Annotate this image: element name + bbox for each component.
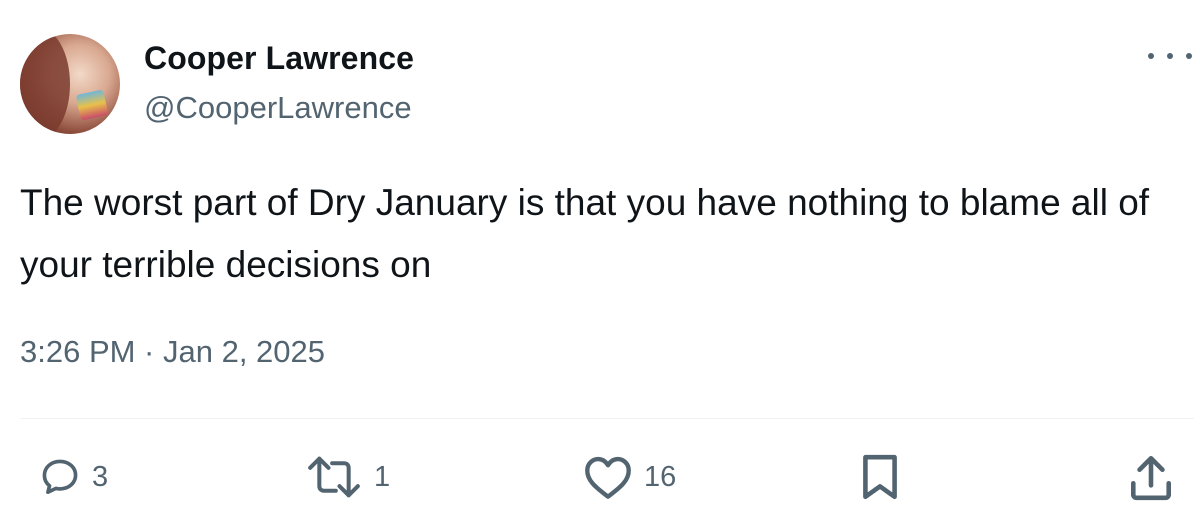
more-options-button[interactable]: [1148, 44, 1192, 68]
reply-icon: [42, 459, 78, 495]
bookmark-icon: [863, 454, 897, 500]
display-name[interactable]: Cooper Lawrence: [144, 40, 414, 77]
more-dot: [1167, 53, 1173, 59]
more-dot: [1148, 53, 1154, 59]
more-dot: [1186, 53, 1192, 59]
like-button[interactable]: 16: [580, 452, 676, 502]
like-count: 16: [644, 460, 677, 493]
divider: [20, 418, 1194, 419]
repost-button[interactable]: 1: [302, 452, 390, 502]
repost-count: 1: [374, 460, 391, 493]
user-handle[interactable]: @CooperLawrence: [144, 90, 412, 126]
heart-icon: [585, 456, 631, 499]
share-button[interactable]: [1128, 452, 1174, 502]
reply-count: 3: [92, 460, 109, 493]
tweet-timestamp[interactable]: 3:26 PM · Jan 2, 2025: [20, 334, 325, 370]
repost-icon: [308, 456, 360, 498]
bookmark-button[interactable]: [858, 452, 902, 502]
reply-button[interactable]: 3: [36, 452, 108, 502]
share-icon: [1130, 455, 1171, 501]
avatar[interactable]: [20, 34, 120, 134]
avatar-hair: [20, 34, 70, 134]
avatar-cup: [75, 89, 109, 121]
tweet-text: The worst part of Dry January is that yo…: [20, 182, 1150, 285]
